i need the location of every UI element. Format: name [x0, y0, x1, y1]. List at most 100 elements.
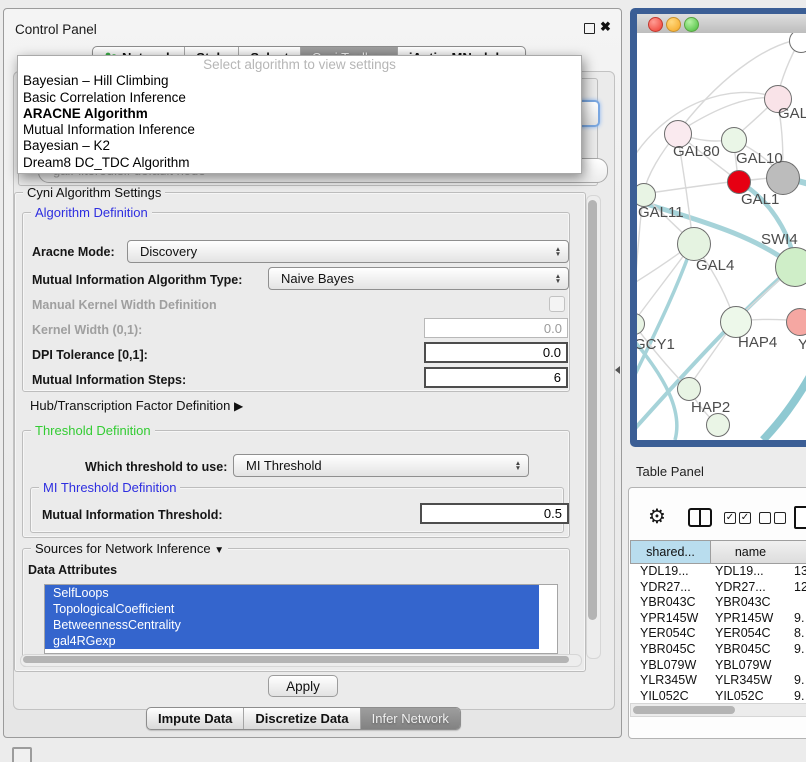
close-traffic-light-icon[interactable]: [648, 17, 663, 32]
combo-spinner-icon: ▲▼: [550, 247, 568, 257]
data-attributes-list[interactable]: SelfLoops TopologicalCoefficient Between…: [44, 584, 558, 654]
settings-hscrollbar[interactable]: [20, 654, 582, 667]
mi-threshold-group-title: MI Threshold Definition: [39, 480, 180, 495]
network-window-titlebar[interactable]: [637, 14, 806, 34]
table-row[interactable]: YIL052CYIL052C9.: [630, 689, 806, 704]
table-cell: 9.: [794, 673, 804, 687]
table-cell: YBR045C: [715, 642, 771, 656]
minimize-traffic-light-icon[interactable]: [666, 17, 681, 32]
table-row[interactable]: YLR345WYLR345W9.: [630, 673, 806, 689]
dropdown-item[interactable]: Mutual Information Inference: [18, 122, 581, 138]
table-row[interactable]: YDL19...YDL19...13: [630, 564, 806, 580]
network-node-label: GAL11: [638, 204, 684, 221]
mi-steps-field[interactable]: [424, 367, 568, 388]
split-panel-icon[interactable]: [688, 508, 712, 527]
combo-spinner-icon: ▲▼: [510, 461, 528, 471]
table-cell: YIL052C: [640, 689, 689, 703]
list-item[interactable]: SelfLoops: [45, 585, 539, 601]
network-node-label: GAL4: [696, 257, 734, 274]
select-all-checkbox-icon[interactable]: ✓: [739, 512, 751, 524]
list-item[interactable]: BetweennessCentrality: [45, 617, 539, 633]
list-item[interactable]: TopologicalCoefficient: [45, 601, 539, 617]
network-node-label: Y: [798, 336, 806, 353]
dropdown-item[interactable]: Bayesian – K2: [18, 138, 581, 154]
table-hscrollbar-thumb[interactable]: [633, 706, 735, 714]
dpi-tolerance-field[interactable]: [424, 342, 568, 363]
select-all-checkbox-icon[interactable]: ✓: [724, 512, 736, 524]
network-node[interactable]: [677, 227, 711, 261]
hub-section-toggle[interactable]: Hub/Transcription Factor Definition ▶: [30, 398, 243, 413]
algorithm-definition-title: Algorithm Definition: [31, 205, 152, 220]
dropdown-item-selected[interactable]: ARACNE Algorithm: [18, 106, 581, 122]
table-body[interactable]: YDL19...YDL19...13YDR27...YDR27...12YBR0…: [630, 564, 806, 704]
which-threshold-combo[interactable]: MI Threshold ▲▼: [233, 454, 529, 477]
network-node-label: GAL80: [673, 143, 720, 160]
dropdown-item[interactable]: Basic Correlation Inference: [18, 90, 581, 106]
combo-spinner-icon: ▲▼: [550, 274, 568, 284]
apply-button[interactable]: Apply: [268, 675, 338, 697]
tab-infer-network[interactable]: Infer Network: [360, 708, 460, 729]
table-cell: YDL19...: [715, 564, 764, 578]
dropdown-item[interactable]: Bayesian – Hill Climbing: [18, 73, 581, 89]
network-node-label: HAP2: [691, 399, 730, 416]
settings-hscrollbar-thumb[interactable]: [23, 656, 569, 663]
table-row[interactable]: YDR27...YDR27...12: [630, 580, 806, 596]
table-cell: YBR043C: [715, 595, 771, 609]
table-cell: YBL079W: [640, 658, 696, 672]
table-hscrollbar[interactable]: [630, 703, 806, 717]
settings-group-title: Cyni Algorithm Settings: [23, 185, 165, 200]
table-cell: YDR27...: [715, 580, 766, 594]
tab-discretize-data[interactable]: Discretize Data: [243, 708, 359, 729]
table-row[interactable]: YER054CYER054C8.: [630, 626, 806, 642]
table-row[interactable]: YBR043CYBR043C: [630, 595, 806, 611]
deselect-all-checkbox-icon[interactable]: [759, 512, 771, 524]
network-node[interactable]: [786, 308, 806, 336]
split-pane-collapse-icon[interactable]: [615, 366, 620, 374]
aracne-mode-label: Aracne Mode:: [32, 245, 115, 259]
collapsed-panel-icon[interactable]: [12, 747, 32, 762]
deselect-all-checkbox-icon[interactable]: [774, 512, 786, 524]
which-threshold-label: Which threshold to use:: [85, 460, 227, 474]
dropdown-item[interactable]: Dream8 DC_TDC Algorithm: [18, 155, 581, 171]
network-node[interactable]: [677, 377, 701, 401]
settings-scrollbar-thumb[interactable]: [588, 200, 597, 620]
network-node[interactable]: [706, 413, 730, 437]
network-node-label: GCY1: [637, 336, 675, 353]
expand-arrow-icon: ▶: [234, 399, 243, 413]
table-cell: YPR145W: [715, 611, 773, 625]
sources-group-title[interactable]: Sources for Network Inference ▼: [31, 541, 228, 556]
list-item[interactable]: gal4RGexp: [45, 633, 539, 649]
float-window-icon[interactable]: [584, 23, 595, 34]
mi-threshold-label: Mutual Information Threshold:: [42, 508, 223, 522]
aracne-mode-combo[interactable]: Discovery ▲▼: [127, 240, 569, 263]
settings-scrollbar[interactable]: [586, 195, 601, 659]
table-cell: YDL19...: [640, 564, 689, 578]
close-icon[interactable]: ✖: [600, 19, 611, 35]
mi-threshold-field[interactable]: [420, 503, 569, 524]
manual-kernel-width-checkbox[interactable]: [549, 296, 565, 312]
network-node-label: GAL1: [741, 191, 779, 208]
table-row[interactable]: YBR045CYBR045C9.: [630, 642, 806, 658]
table-cell: 9.: [794, 611, 804, 625]
table-row[interactable]: YBL079WYBL079W: [630, 658, 806, 674]
table-cell: YIL052C: [715, 689, 764, 703]
function-builder-icon[interactable]: [794, 506, 806, 529]
mi-steps-label: Mutual Information Steps:: [32, 373, 186, 387]
kernel-width-label: Kernel Width (0,1):: [32, 323, 142, 337]
network-node-label: HAP4: [738, 334, 777, 351]
table-cell: YBR045C: [640, 642, 696, 656]
kernel-width-field[interactable]: [424, 318, 568, 338]
column-header-partial[interactable]: [790, 540, 806, 564]
column-header-shared-name[interactable]: shared...: [630, 540, 711, 564]
control-panel-title: Control Panel: [15, 22, 97, 37]
mi-algorithm-type-combo[interactable]: Naive Bayes ▲▼: [268, 267, 569, 290]
gear-icon[interactable]: ⚙: [648, 504, 666, 529]
network-canvas[interactable]: GALGAL80GAL10GAL1GAL11GAL4SWI4GCY1HAP4YH…: [637, 33, 806, 440]
table-row[interactable]: YPR145WYPR145W9.: [630, 611, 806, 627]
network-node-label: GAL: [778, 105, 806, 122]
table-panel-title: Table Panel: [636, 464, 704, 479]
column-header-name[interactable]: name: [710, 540, 791, 564]
tab-impute-data[interactable]: Impute Data: [147, 708, 243, 729]
zoom-traffic-light-icon[interactable]: [684, 17, 699, 32]
collapse-arrow-icon: ▼: [214, 545, 224, 556]
